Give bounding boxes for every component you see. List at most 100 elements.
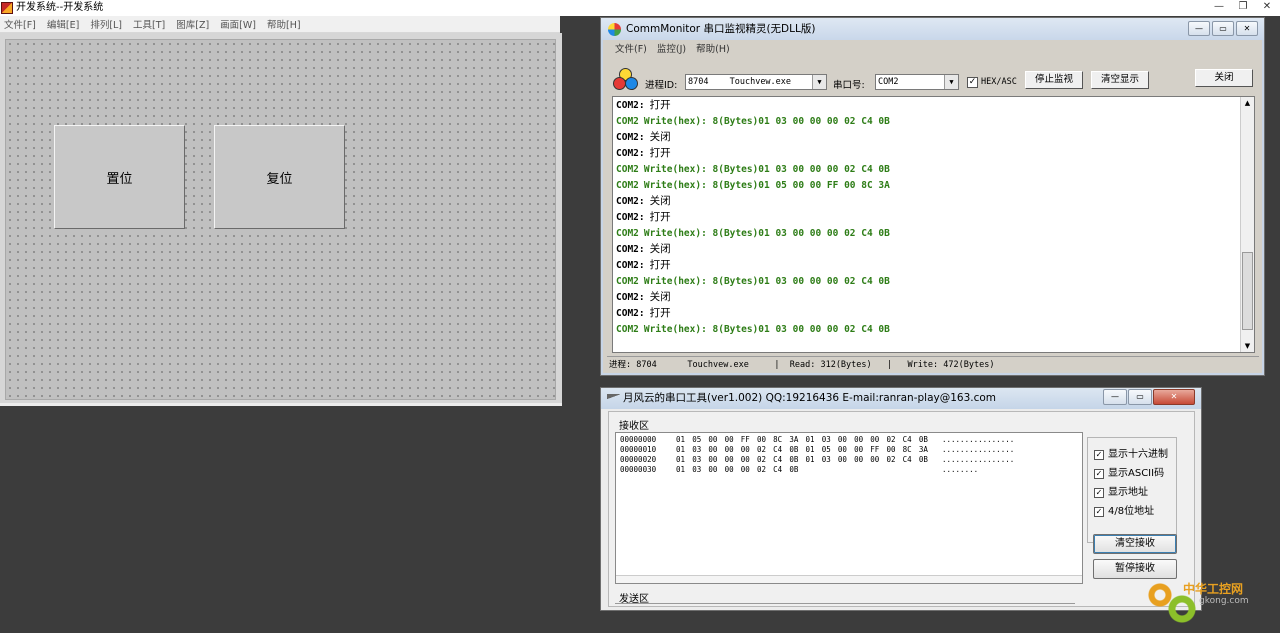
reset-button[interactable]: 复位: [214, 125, 345, 229]
hex-byte: 00: [724, 455, 734, 464]
close-icon[interactable]: ✕: [1236, 21, 1258, 36]
receive-hex-view[interactable]: 00000000 01 05 00 00 FF 00 8C 3A 01 03 00 00 00 02 C4 0B…: [615, 432, 1083, 584]
hex-byte: 02: [886, 455, 896, 464]
log-port: COM2:: [616, 132, 645, 143]
close-icon[interactable]: ✕: [1153, 389, 1195, 405]
menu-help[interactable]: 帮助[H]: [267, 17, 301, 31]
main-window-bottom-edge: [0, 403, 562, 406]
log-message: 打开: [649, 99, 671, 111]
clear-display-button[interactable]: 清空显示: [1091, 71, 1149, 89]
display-option[interactable]: ✓ 显示ASCII码: [1094, 467, 1164, 481]
log-port: COM2: [616, 164, 639, 175]
menu-arrange[interactable]: 排列[L]: [90, 17, 122, 31]
log-line: COM2: 打开: [613, 209, 1254, 225]
restore-icon[interactable]: ❐: [1234, 0, 1252, 14]
hex-byte: 01: [805, 435, 815, 444]
display-option[interactable]: ✓ 显示地址: [1094, 486, 1148, 500]
log-message: Write(hex): 8(Bytes)01 03 00 00 00 02 C4…: [643, 116, 890, 127]
port-select[interactable]: COM2 ▼: [875, 74, 959, 90]
menu-library[interactable]: 图库[Z]: [176, 17, 209, 31]
port-value: COM2: [878, 77, 899, 87]
commmonitor-titlebar: CommMonitor 串口监视精灵(无DLL版) — ▭ ✕: [601, 18, 1264, 40]
log-port: COM2: [616, 324, 639, 335]
maximize-icon[interactable]: ▭: [1128, 389, 1152, 405]
hex-byte: 00: [870, 435, 880, 444]
hex-byte: 03: [692, 465, 702, 474]
hex-byte: 00: [740, 455, 750, 464]
menu-file[interactable]: 文件(F): [615, 42, 647, 58]
close-icon[interactable]: ✕: [1258, 0, 1276, 14]
display-option[interactable]: ✓ 4/8位地址: [1094, 505, 1154, 519]
maximize-icon[interactable]: ▭: [1212, 21, 1234, 36]
design-canvas[interactable]: 置位 复位: [5, 39, 556, 400]
clear-receive-button[interactable]: 清空接收: [1093, 534, 1177, 554]
log-line: COM2: 关闭: [613, 241, 1254, 257]
log-message: 关闭: [649, 291, 671, 303]
hex-byte: 0B: [918, 435, 928, 444]
hex-byte: [886, 465, 902, 475]
log-message: Write(hex): 8(Bytes)01 03 00 00 00 02 C4…: [643, 164, 890, 175]
hex-byte: C4: [773, 465, 783, 474]
monitor-log[interactable]: COM2: 打开 COM2 Write(hex): 8(Bytes)01 03 00 …: [612, 96, 1255, 353]
menu-file[interactable]: 文件[F]: [4, 17, 36, 31]
hex-checkbox[interactable]: ✓: [967, 77, 978, 88]
log-message: Write(hex): 8(Bytes)01 03 00 00 00 02 C4…: [643, 324, 890, 335]
minimize-icon[interactable]: —: [1210, 0, 1228, 14]
hex-byte: 00: [837, 455, 847, 464]
log-port: COM2: [616, 180, 639, 191]
minimize-icon[interactable]: —: [1103, 389, 1127, 405]
hex-row: 00000000 01 05 00 00 FF 00 8C 3A 01 03 00 00 00 02 C4 0B…: [616, 435, 1082, 445]
process-select[interactable]: 8704 Touchvew.exe ▼: [685, 74, 827, 90]
checkbox-icon[interactable]: ✓: [1094, 450, 1104, 460]
pause-receive-button[interactable]: 暂停接收: [1093, 559, 1177, 579]
main-window-title: 开发系统--开发系统: [16, 2, 104, 13]
log-line: COM2: 关闭: [613, 129, 1254, 145]
menu-help[interactable]: 帮助(H): [696, 42, 730, 58]
menu-tools[interactable]: 工具[T]: [133, 17, 165, 31]
hex-byte: 00: [837, 445, 847, 454]
stop-monitor-button[interactable]: 停止监视: [1025, 71, 1083, 89]
vertical-scrollbar[interactable]: ▲ ▼: [1240, 97, 1254, 352]
menu-screen[interactable]: 画面[W]: [220, 17, 256, 31]
log-line: COM2: 关闭: [613, 289, 1254, 305]
chevron-down-icon[interactable]: ▼: [944, 75, 958, 89]
display-options: ✓ 显示十六进制 ✓ 显示ASCII码 ✓ 显示地址 ✓ 4/8位地址: [1087, 437, 1177, 543]
hex-byte: 8C: [773, 435, 783, 444]
close-button[interactable]: 关闭: [1195, 69, 1253, 87]
hex-byte: C4: [902, 435, 912, 444]
chevron-down-icon[interactable]: ▼: [812, 75, 826, 89]
log-message: 打开: [649, 211, 671, 223]
scroll-thumb[interactable]: [1242, 252, 1253, 330]
hex-byte: 00: [854, 455, 864, 464]
hex-address: 00000000: [620, 435, 657, 444]
log-port: COM2: [616, 276, 639, 287]
hex-byte: 01: [676, 465, 686, 474]
hex-asc-label: HEX/ASC: [981, 77, 1017, 87]
receive-area-label: 接收区: [619, 421, 649, 432]
watermark-en: gkong.com: [1199, 596, 1249, 606]
hex-address: 00000030: [620, 465, 657, 474]
set-button[interactable]: 置位: [54, 125, 185, 229]
scroll-down-icon[interactable]: ▼: [1241, 340, 1254, 352]
checkbox-icon[interactable]: ✓: [1094, 507, 1104, 517]
hex-byte: 00: [854, 435, 864, 444]
hex-byte: 05: [821, 445, 831, 454]
minimize-icon[interactable]: —: [1188, 21, 1210, 36]
hex-byte: [903, 465, 919, 475]
hex-byte: C4: [902, 455, 912, 464]
menu-edit[interactable]: 编辑[E]: [47, 17, 79, 31]
hex-byte: 01: [676, 435, 686, 444]
hex-byte: FF: [740, 435, 750, 444]
design-area: 置位 复位: [0, 33, 562, 406]
commmonitor-toolbar: 进程ID: 8704 Touchvew.exe ▼ 串口号: COM2 ▼ ✓ …: [607, 62, 1259, 96]
horizontal-scrollbar[interactable]: [616, 575, 1082, 583]
scroll-up-icon[interactable]: ▲: [1241, 97, 1254, 109]
hex-ascii: ................: [942, 455, 1015, 464]
checkbox-icon[interactable]: ✓: [1094, 469, 1104, 479]
display-option-label: 4/8位地址: [1108, 506, 1155, 517]
checkbox-icon[interactable]: ✓: [1094, 488, 1104, 498]
menu-monitor[interactable]: 监控(J): [657, 42, 686, 58]
display-option[interactable]: ✓ 显示十六进制: [1094, 448, 1168, 462]
gear-icon: [1167, 594, 1197, 624]
hex-byte: C4: [773, 445, 783, 454]
